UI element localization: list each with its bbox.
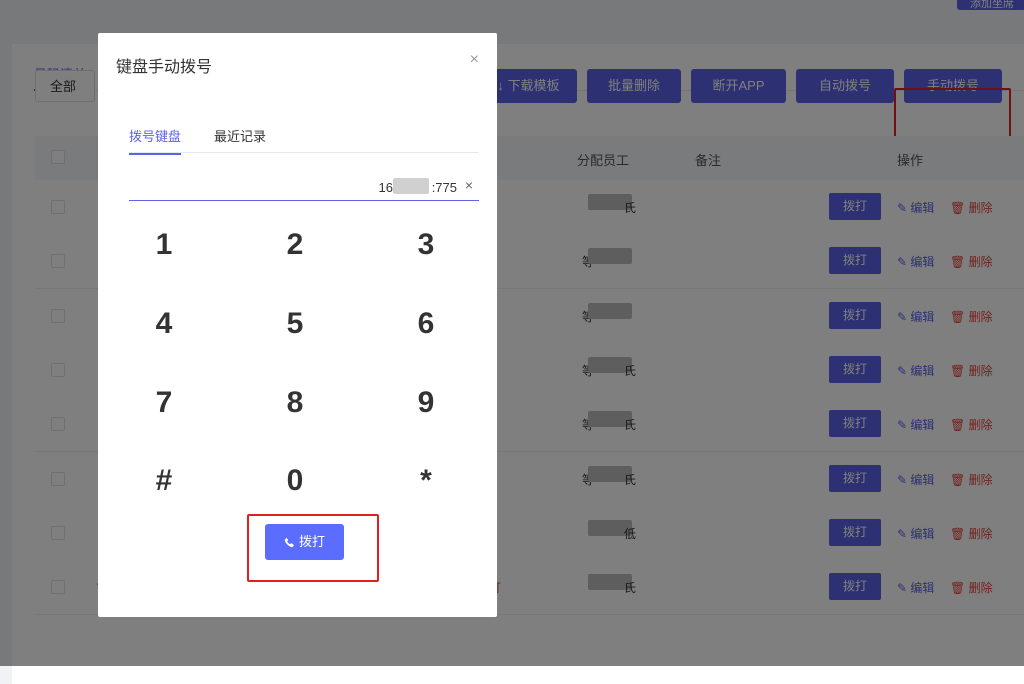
dialog-tabs: 拨号键盘 最近记录 — [129, 126, 479, 155]
key-2[interactable]: 2 — [255, 220, 335, 270]
key-star[interactable]: * — [386, 456, 466, 506]
key-6[interactable]: 6 — [386, 299, 466, 349]
dialog-title: 键盘手动拨号 — [116, 59, 213, 76]
number-mask — [393, 178, 429, 194]
clear-icon[interactable]: × — [465, 177, 473, 193]
dial-button-highlight — [247, 514, 379, 582]
key-5[interactable]: 5 — [255, 299, 335, 349]
phone-number-input[interactable]: 16 :775 × — [129, 174, 479, 201]
number-suffix: :775 — [431, 180, 457, 195]
key-3[interactable]: 3 — [386, 220, 466, 270]
tab-recent-records[interactable]: 最近记录 — [214, 126, 266, 145]
key-4[interactable]: 4 — [124, 299, 204, 349]
number-prefix: 16 — [378, 180, 393, 195]
key-7[interactable]: 7 — [124, 378, 204, 428]
key-8[interactable]: 8 — [255, 378, 335, 428]
key-9[interactable]: 9 — [386, 378, 466, 428]
key-hash[interactable]: # — [124, 456, 204, 506]
key-0[interactable]: 0 — [255, 456, 335, 506]
key-1[interactable]: 1 — [124, 220, 204, 270]
tab-dial-keypad[interactable]: 拨号键盘 — [129, 126, 182, 155]
close-icon[interactable]: × — [470, 51, 479, 69]
